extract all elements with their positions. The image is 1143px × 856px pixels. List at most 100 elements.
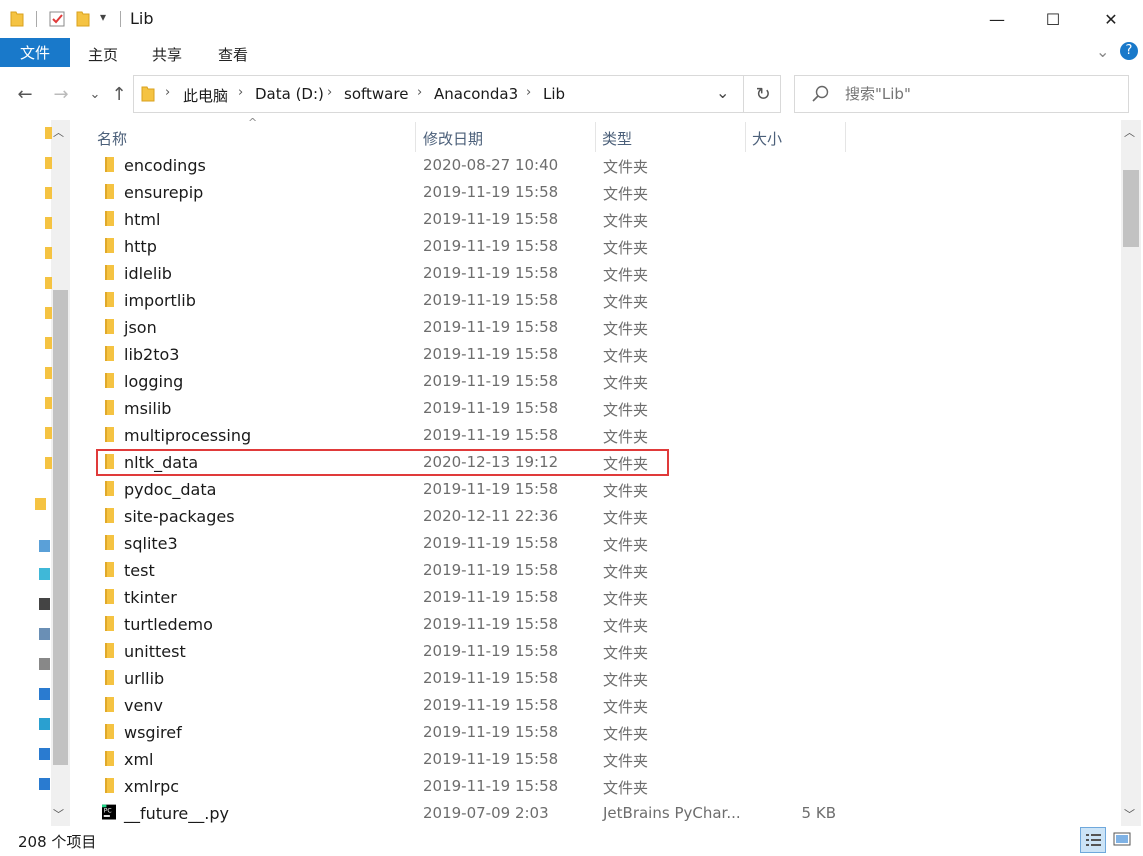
- file-name: wsgiref: [124, 723, 182, 742]
- file-modified-date: 2019-11-19 15:58: [423, 345, 559, 363]
- column-separator[interactable]: [845, 122, 846, 152]
- tab-share[interactable]: 共享: [152, 44, 182, 65]
- table-row[interactable]: site-packages 2020-12-11 22:36 文件夹: [96, 503, 1116, 530]
- videos-icon[interactable]: [38, 596, 52, 612]
- column-header-modified[interactable]: 修改日期: [423, 128, 483, 149]
- maximize-button[interactable]: ☐: [1030, 0, 1076, 38]
- help-button[interactable]: ?: [1120, 42, 1138, 60]
- downloads-icon[interactable]: [38, 686, 52, 702]
- minimize-button[interactable]: —: [974, 0, 1020, 38]
- table-row[interactable]: idlelib 2019-11-19 15:58 文件夹: [96, 260, 1116, 287]
- breadcrumb-anaconda3[interactable]: Anaconda3: [434, 85, 518, 103]
- table-row[interactable]: tkinter 2019-11-19 15:58 文件夹: [96, 584, 1116, 611]
- address-dropdown-button[interactable]: ⌄: [716, 83, 729, 102]
- table-row[interactable]: turtledemo 2019-11-19 15:58 文件夹: [96, 611, 1116, 638]
- table-row[interactable]: xml 2019-11-19 15:58 文件夹: [96, 746, 1116, 773]
- file-type: 文件夹: [603, 509, 649, 527]
- breadcrumb-software[interactable]: software: [344, 85, 408, 103]
- table-row[interactable]: importlib 2019-11-19 15:58 文件夹: [96, 287, 1116, 314]
- breadcrumb-lib[interactable]: Lib: [543, 85, 565, 103]
- breadcrumb-separator[interactable]: ›: [417, 85, 422, 100]
- details-view-button[interactable]: [1080, 827, 1106, 853]
- refresh-button[interactable]: ↻: [743, 75, 782, 113]
- breadcrumb-separator[interactable]: ›: [238, 85, 243, 100]
- table-row[interactable]: urllib 2019-11-19 15:58 文件夹: [96, 665, 1116, 692]
- nav-folder-icon[interactable]: [34, 496, 48, 512]
- file-name: __future__.py: [124, 804, 229, 823]
- file-modified-date: 2019-11-19 15:58: [423, 561, 559, 579]
- search-input[interactable]: [845, 85, 1115, 103]
- file-modified-date: 2019-11-19 15:58: [423, 642, 559, 660]
- breadcrumb-this-pc[interactable]: 此电脑: [183, 85, 228, 106]
- column-header-size[interactable]: 大小: [752, 128, 782, 149]
- tab-home[interactable]: 主页: [88, 44, 118, 65]
- desktop-icon[interactable]: [38, 746, 52, 762]
- table-row[interactable]: sqlite3 2019-11-19 15:58 文件夹: [96, 530, 1116, 557]
- scroll-up-icon[interactable]: ︿: [1124, 124, 1135, 140]
- nav-folder-icon[interactable]: [44, 125, 52, 139]
- file-modified-date: 2019-11-19 15:58: [423, 777, 559, 795]
- file-name: logging: [124, 372, 184, 391]
- customize-quick-access-icon[interactable]: ▾: [100, 10, 106, 24]
- column-header-name[interactable]: 名称: [97, 128, 127, 149]
- nav-folder-icon[interactable]: [44, 365, 52, 379]
- table-row[interactable]: json 2019-11-19 15:58 文件夹: [96, 314, 1116, 341]
- breadcrumb-separator[interactable]: ›: [165, 85, 170, 100]
- nav-folder-icon[interactable]: [44, 155, 52, 169]
- table-row[interactable]: logging 2019-11-19 15:58 文件夹: [96, 368, 1116, 395]
- tab-view[interactable]: 查看: [218, 44, 248, 65]
- properties-icon[interactable]: [48, 10, 66, 28]
- breadcrumb-data-drive[interactable]: Data (D:): [255, 85, 324, 103]
- table-row[interactable]: lib2to3 2019-11-19 15:58 文件夹: [96, 341, 1116, 368]
- table-row[interactable]: msilib 2019-11-19 15:58 文件夹: [96, 395, 1116, 422]
- table-row[interactable]: venv 2019-11-19 15:58 文件夹: [96, 692, 1116, 719]
- large-icons-view-button[interactable]: [1110, 827, 1136, 853]
- pictures-icon[interactable]: [38, 626, 52, 642]
- 3d-objects-icon[interactable]: [38, 566, 52, 582]
- nav-scroll-up-icon[interactable]: ︿: [53, 124, 64, 140]
- column-separator[interactable]: [595, 122, 596, 152]
- back-button[interactable]: ←: [14, 84, 36, 106]
- nav-folder-icon[interactable]: [44, 215, 52, 229]
- tab-file[interactable]: 文件: [0, 38, 70, 67]
- column-header-type[interactable]: 类型: [602, 128, 632, 149]
- new-folder-icon[interactable]: [76, 10, 90, 28]
- table-row[interactable]: http 2019-11-19 15:58 文件夹: [96, 233, 1116, 260]
- nav-folder-icon[interactable]: [44, 185, 52, 199]
- close-button[interactable]: ✕: [1088, 0, 1134, 38]
- this-pc-icon[interactable]: [38, 538, 52, 554]
- table-row[interactable]: test 2019-11-19 15:58 文件夹: [96, 557, 1116, 584]
- file-type: 文件夹: [603, 185, 649, 203]
- nav-folder-icon[interactable]: [44, 455, 52, 469]
- table-row[interactable]: xmlrpc 2019-11-19 15:58 文件夹: [96, 773, 1116, 800]
- nav-folder-icon[interactable]: [44, 245, 52, 259]
- table-row[interactable]: ensurepip 2019-11-19 15:58 文件夹: [96, 179, 1116, 206]
- documents-icon[interactable]: [38, 656, 52, 672]
- breadcrumb-separator[interactable]: ›: [526, 85, 531, 100]
- table-row[interactable]: encodings 2020-08-27 10:40 文件夹: [96, 152, 1116, 179]
- table-row[interactable]: html 2019-11-19 15:58 文件夹: [96, 206, 1116, 233]
- table-row[interactable]: multiprocessing 2019-11-19 15:58 文件夹: [96, 422, 1116, 449]
- table-row[interactable]: wsgiref 2019-11-19 15:58 文件夹: [96, 719, 1116, 746]
- nav-folder-icon[interactable]: [44, 335, 52, 349]
- column-separator[interactable]: [415, 122, 416, 152]
- column-separator[interactable]: [745, 122, 746, 152]
- drive-icon[interactable]: [38, 776, 52, 792]
- nav-folder-icon[interactable]: [44, 395, 52, 409]
- music-icon[interactable]: [38, 716, 52, 732]
- nav-scroll-down-icon[interactable]: ﹀: [53, 806, 64, 822]
- up-button[interactable]: ↑: [108, 84, 130, 106]
- breadcrumb-separator[interactable]: ›: [327, 85, 332, 100]
- ribbon-expand-button[interactable]: ⌄: [1096, 42, 1109, 61]
- table-row[interactable]: unittest 2019-11-19 15:58 文件夹: [96, 638, 1116, 665]
- file-list-scrollbar-thumb[interactable]: [1123, 170, 1139, 247]
- table-row[interactable]: PC __future__.py 2019-07-09 2:03 JetBrains …: [96, 800, 1116, 827]
- nav-folder-icon[interactable]: [44, 275, 52, 289]
- forward-button[interactable]: →: [50, 84, 72, 106]
- nav-folder-icon[interactable]: [44, 305, 52, 319]
- nav-folder-icon[interactable]: [44, 425, 52, 439]
- scroll-down-icon[interactable]: ﹀: [1124, 806, 1135, 822]
- table-row[interactable]: pydoc_data 2019-11-19 15:58 文件夹: [96, 476, 1116, 503]
- nav-scrollbar-thumb[interactable]: [53, 290, 68, 765]
- recent-locations-button[interactable]: ⌄: [84, 84, 106, 106]
